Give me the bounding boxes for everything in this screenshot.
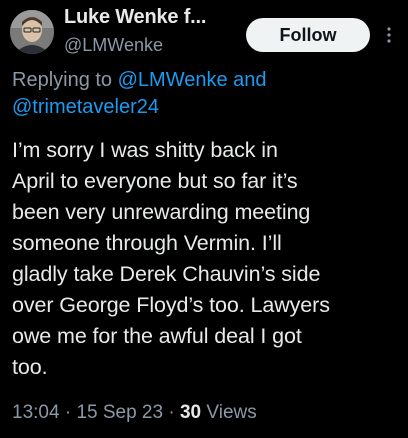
follow-button[interactable]: Follow <box>246 18 370 52</box>
tweet-meta: 13:04 · 15 Sep 23 · 30 Views <box>12 402 404 424</box>
tweet-text-line: owe me for the awful deal I got <box>12 324 302 348</box>
replying-to: Replying to @LMWenke and @trimetaveler24 <box>12 67 402 121</box>
tweet-text-line: April to everyone but so far it’s <box>12 169 298 193</box>
mention-link[interactable]: @LMWenke <box>118 69 228 91</box>
meta-separator: · <box>168 402 175 423</box>
profile-photo-icon <box>10 10 54 54</box>
avatar[interactable] <box>10 10 54 54</box>
meta-separator: · <box>64 402 72 423</box>
tweet-text-line: too. <box>12 355 48 379</box>
tweet-text-line: gladly take Derek Chauvin’s side <box>12 262 321 286</box>
views-count: 30 <box>179 402 202 423</box>
author-display-name[interactable]: Luke Wenke f... <box>64 6 206 29</box>
more-vertical-dots-icon[interactable] <box>382 18 396 52</box>
replying-to-label: Replying to <box>12 69 113 91</box>
author-handle[interactable]: @LMWenke <box>64 35 163 56</box>
replying-to-conjunction[interactable]: and <box>233 69 266 91</box>
tweet-header: Luke Wenke f... @LMWenke Follow <box>10 6 400 62</box>
tweet-text: I’m sorry I was shitty back in April to … <box>12 135 404 383</box>
tweet-text-line: I’m sorry I was shitty back in <box>12 138 278 162</box>
tweet-text-line: over George Floyd’s too. Lawyers <box>12 293 330 317</box>
tweet-text-line: someone through Vermin. I’ll <box>12 231 282 255</box>
tweet-time[interactable]: 13:04 <box>12 402 60 423</box>
mention-link[interactable]: @trimetaveler24 <box>12 96 159 118</box>
tweet-detail: Luke Wenke f... @LMWenke Follow Replying… <box>0 0 408 438</box>
tweet-text-line: been very unrewarding meeting <box>12 200 311 224</box>
views-label: Views <box>206 402 257 423</box>
tweet-date[interactable]: 15 Sep 23 <box>76 402 163 423</box>
